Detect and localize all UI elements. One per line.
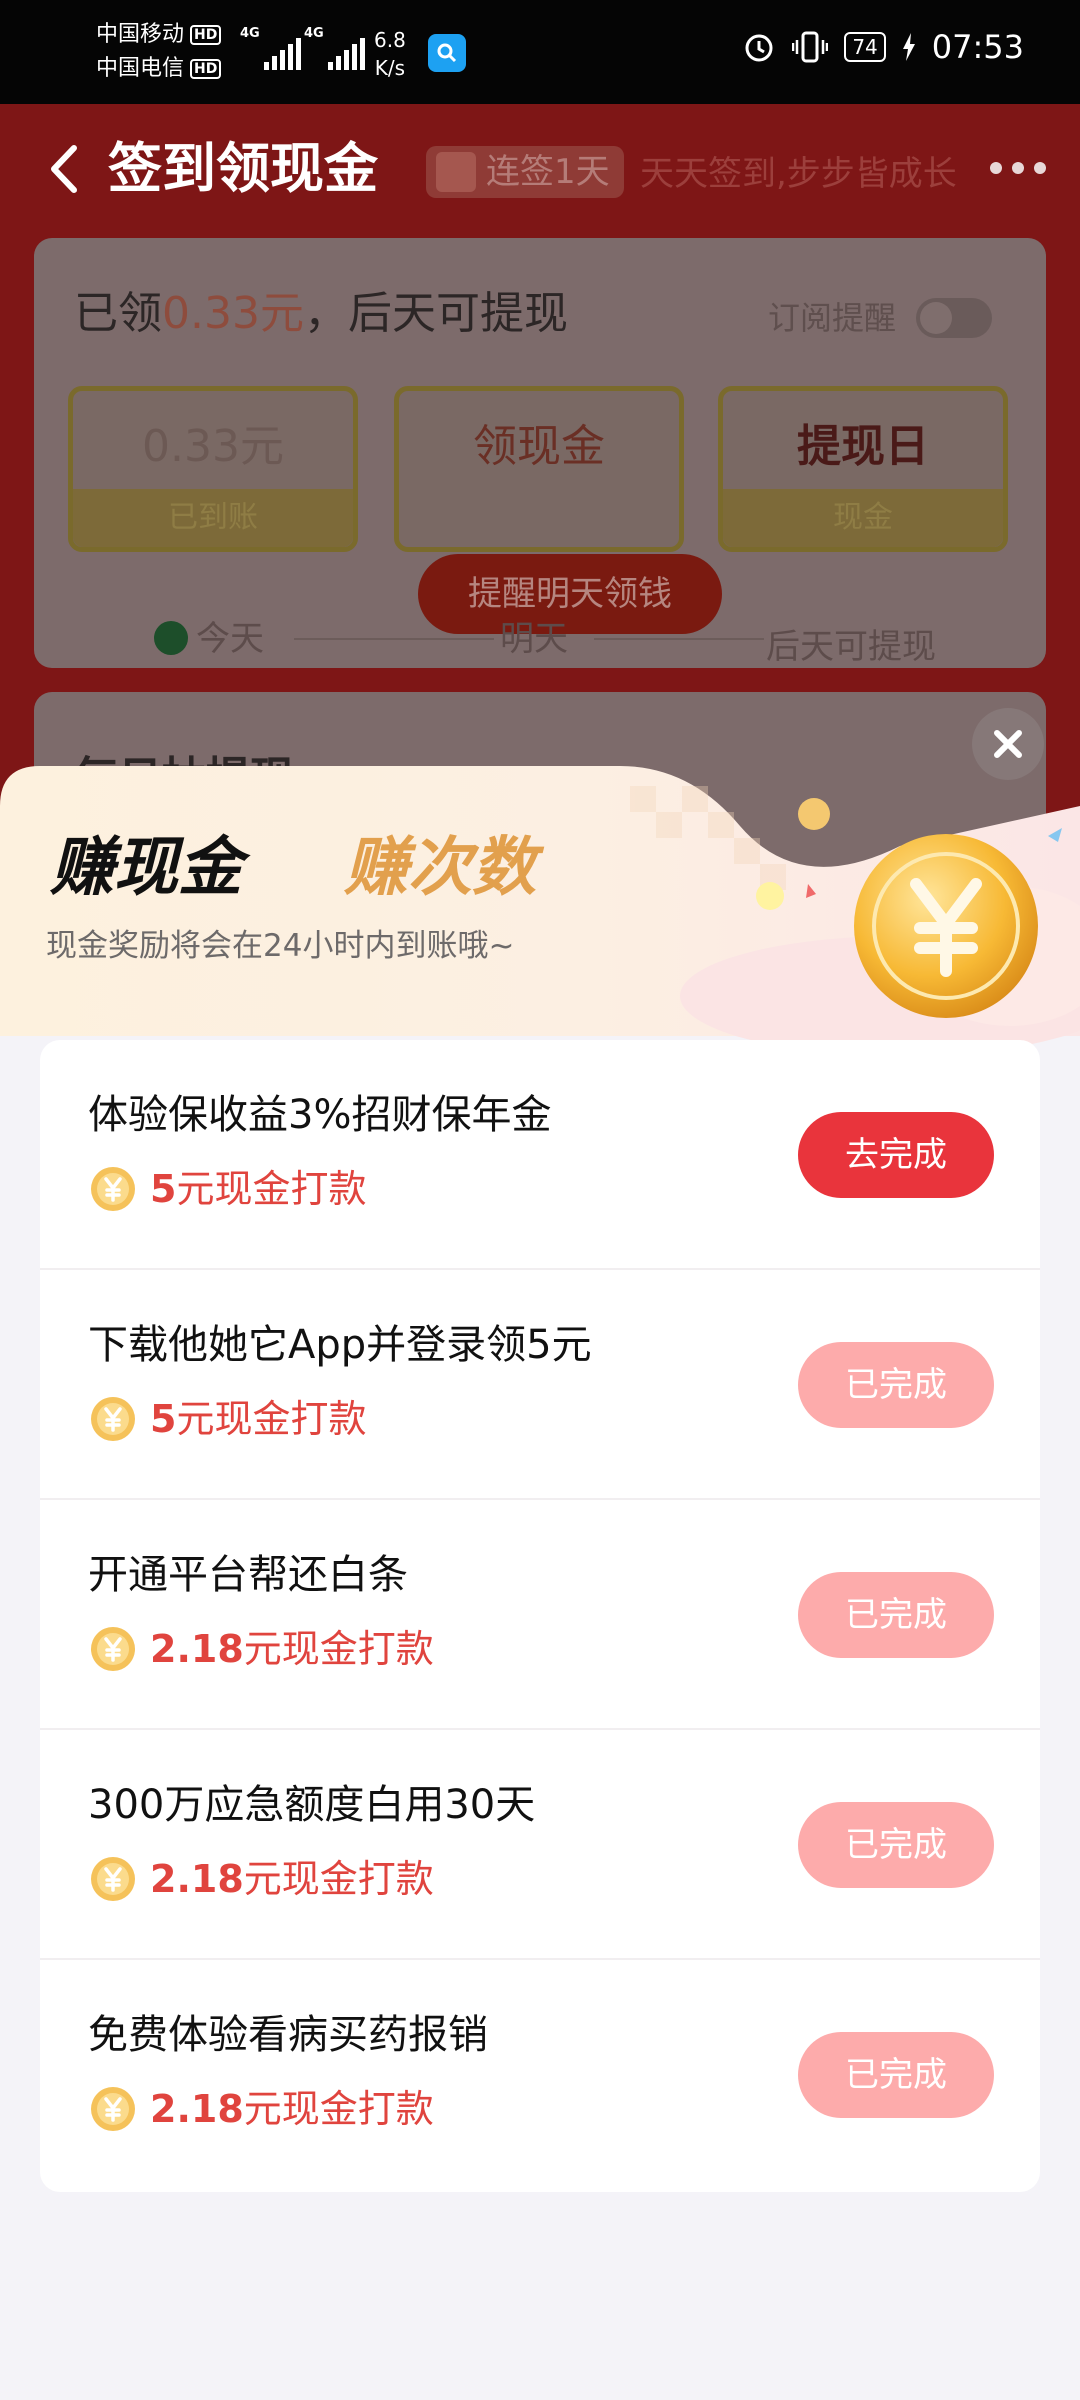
more-options-icon[interactable]	[990, 162, 1046, 174]
back-arrow-icon[interactable]	[44, 144, 84, 194]
charging-icon	[902, 33, 915, 61]
completed-button[interactable]: 已完成	[798, 1572, 994, 1658]
task-title: 免费体验看病买药报销	[88, 2012, 488, 2058]
streak-badge: 连签1天	[426, 146, 624, 198]
task-row: 开通平台帮还白条 2.18元现金打款 已完成	[40, 1500, 1040, 1730]
alarm-icon	[745, 34, 773, 62]
task-reward: 2.18元现金打款	[88, 1854, 434, 1904]
timeline-tomorrow: 明天	[500, 619, 568, 659]
completed-button[interactable]: 已完成	[798, 1802, 994, 1888]
task-reward: 2.18元现金打款	[88, 1624, 434, 1674]
task-title: 下载他她它App并登录领5元	[88, 1322, 592, 1368]
status-right: 74 07:53	[742, 28, 1024, 66]
timeline-line	[294, 638, 494, 640]
task-row: 免费体验看病买药报销 2.18元现金打款 已完成	[40, 1960, 1040, 2190]
task-reward: 5元现金打款	[88, 1394, 366, 1444]
task-reward: 2.18元现金打款	[88, 2084, 434, 2134]
task-row: 下载他她它App并登录领5元 5元现金打款 已完成	[40, 1270, 1040, 1500]
coin-icon	[91, 1627, 135, 1671]
task-title: 体验保收益3%招财保年金	[88, 1092, 552, 1138]
battery-icon: 74	[844, 32, 886, 62]
timeline-withdraw: 后天可提现	[766, 627, 936, 667]
subscribe-reminder-label: 订阅提醒	[767, 299, 896, 337]
remind-tomorrow-button[interactable]: 提醒明天领钱	[418, 554, 722, 634]
task-row: 300万应急额度白用30天 2.18元现金打款 已完成	[40, 1730, 1040, 1960]
day-card-tomorrow: 领现金	[394, 386, 684, 552]
day-card-today: 0.33元 已到账	[68, 386, 358, 552]
search-app-icon	[428, 34, 466, 72]
coin-icon	[91, 2087, 135, 2131]
timeline-line	[594, 638, 764, 640]
completed-button[interactable]: 已完成	[798, 2032, 994, 2118]
status-bar: 中国移动 HD 中国电信 HD 4G 4G 6.8 K/s 74 07:53	[0, 0, 1080, 104]
subscribe-toggle[interactable]	[916, 298, 992, 338]
slogan: 天天签到,步步皆成长	[640, 154, 957, 194]
close-icon	[994, 730, 1022, 758]
claimed-summary: 已领0.33元，后天可提现	[74, 288, 568, 339]
day-card-withdraw: 提现日 现金	[718, 386, 1008, 552]
carrier-1: 中国移动	[96, 22, 185, 47]
carrier-2: 中国电信	[96, 56, 185, 81]
task-title: 300万应急额度白用30天	[88, 1782, 536, 1828]
tab-earn-times[interactable]: 赚次数	[344, 828, 536, 908]
timeline-today: 今天	[154, 614, 264, 664]
task-row: 体验保收益3%招财保年金 5元现金打款 去完成	[40, 1040, 1040, 1270]
check-icon	[154, 621, 188, 655]
task-title: 开通平台帮还白条	[88, 1552, 408, 1598]
tab-earn-cash[interactable]: 赚现金	[50, 828, 270, 908]
go-complete-button[interactable]: 去完成	[798, 1112, 994, 1198]
nav-bar: 签到领现金 连签1天 天天签到,步步皆成长	[0, 104, 1080, 234]
streak-icon	[436, 152, 476, 192]
signin-card: 已领0.33元，后天可提现 订阅提醒 0.33元 已到账 领现金 提现日 现金 …	[34, 238, 1046, 668]
hd-icon: HD	[190, 25, 222, 45]
task-reward: 5元现金打款	[88, 1164, 366, 1214]
task-list: 体验保收益3%招财保年金 5元现金打款 去完成 下载他她它App并登录领5元 5…	[40, 1040, 1040, 2192]
clock: 07:53	[931, 28, 1024, 66]
coin-icon	[91, 1397, 135, 1441]
carrier-info: 中国移动 HD 中国电信 HD	[96, 18, 222, 86]
completed-button[interactable]: 已完成	[798, 1342, 994, 1428]
coin-icon	[91, 1857, 135, 1901]
hd-icon: HD	[190, 59, 222, 79]
page-title: 签到领现金	[108, 137, 378, 200]
signal-icon: 4G	[240, 26, 304, 70]
signal-icon: 4G	[304, 26, 368, 70]
network-speed: 6.8 K/s	[374, 28, 406, 80]
coin-icon	[91, 1167, 135, 1211]
vibrate-icon	[792, 31, 829, 63]
earn-cash-sheet: 赚现金 赚次数 现金奖励将会在24小时内到账哦~ 体验保收益3%招财保年金 5元…	[0, 766, 1080, 2400]
sheet-description: 现金奖励将会在24小时内到账哦~	[46, 928, 515, 964]
